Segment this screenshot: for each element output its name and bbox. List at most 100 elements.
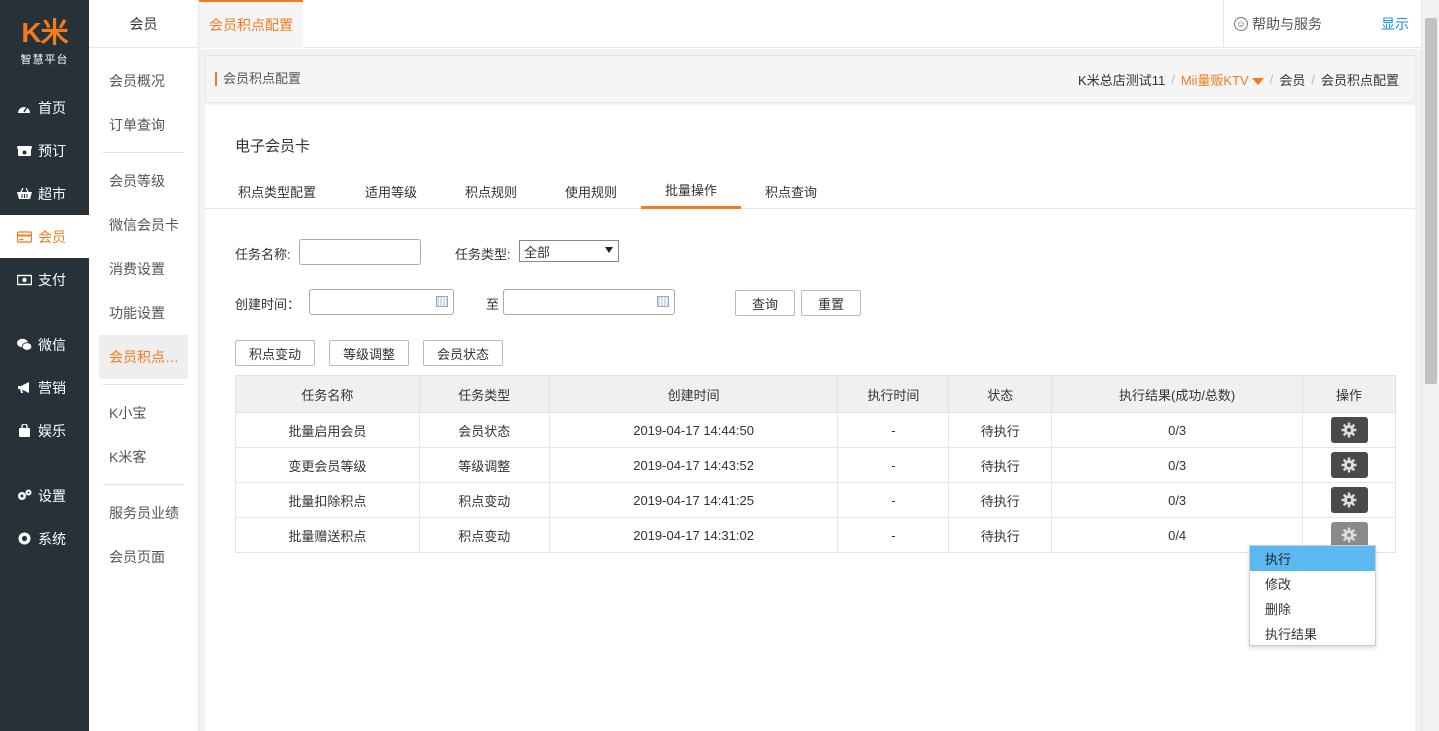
bullhorn-icon: [16, 381, 32, 395]
subnav-item-overview[interactable]: 会员概况: [99, 59, 188, 103]
divider: [103, 152, 184, 153]
sidebar-item-payment[interactable]: 支付: [0, 258, 89, 301]
subnav-item-consumption[interactable]: 消费设置: [99, 247, 188, 291]
tab-points-rules[interactable]: 积点规则: [463, 173, 519, 209]
sidebar-item-label: 微信: [38, 336, 66, 353]
gears-icon: [16, 489, 32, 503]
cell-status: 待执行: [948, 447, 1053, 483]
task-name-input[interactable]: [299, 239, 421, 265]
subnav-item-member-page[interactable]: 会员页面: [99, 535, 188, 579]
sidebar-item-label: 会员: [38, 228, 66, 245]
logo-mark: K米: [21, 17, 68, 48]
menu-item-edit[interactable]: 修改: [1250, 571, 1375, 596]
sidebar-item-marketing[interactable]: 营销: [0, 366, 89, 409]
subnav-item-kxiaobao[interactable]: K小宝: [99, 391, 188, 435]
calendar-icon[interactable]: [657, 296, 669, 307]
menu-item-delete[interactable]: 删除: [1250, 596, 1375, 621]
task-name-label: 任务名称:: [235, 247, 291, 262]
cell-task-name: 批量赠送积点: [235, 517, 420, 553]
breadcrumb-bar: 会员积点配置 K米总店测试11 / Mii量贩KTV / 会员 / 会员积点配置: [205, 55, 1415, 103]
sidebar-item-label: 营销: [38, 379, 66, 396]
column-header: 任务名称: [235, 375, 420, 413]
level-adjust-button[interactable]: 等级调整: [329, 340, 409, 366]
sidebar-item-home[interactable]: 首页: [0, 86, 89, 129]
sidebar-item-member[interactable]: 会员: [0, 215, 89, 258]
breadcrumb-store[interactable]: K米总店测试11: [1078, 70, 1165, 89]
sidebar-item-booking[interactable]: 预订: [0, 129, 89, 172]
tab-points-query[interactable]: 积点查询: [763, 173, 819, 209]
tab-applicable-levels[interactable]: 适用等级: [363, 173, 419, 209]
task-type-select[interactable]: 全部: [519, 240, 619, 262]
created-start-input[interactable]: [309, 289, 454, 315]
created-end-input[interactable]: [503, 289, 675, 315]
subnav-item-features[interactable]: 功能设置: [99, 291, 188, 335]
show-link[interactable]: 显示: [1381, 0, 1409, 48]
tab-usage-rules[interactable]: 使用规则: [563, 173, 619, 209]
cell-exec-time: -: [837, 412, 950, 448]
gear-icon[interactable]: [1330, 487, 1368, 513]
phone-icon: [16, 144, 32, 158]
wechat-icon: [16, 338, 32, 352]
table-row: 批量启用会员 会员状态 2019-04-17 14:44:50 - 待执行 0/…: [235, 412, 1396, 448]
scrollbar[interactable]: [1421, 0, 1439, 731]
subnav-item-kmike[interactable]: K米客: [99, 435, 188, 479]
basket-icon: [16, 187, 32, 201]
cell-exec-time: -: [837, 482, 950, 518]
cell-created-time: 2019-04-17 14:44:50: [548, 412, 839, 448]
column-header: 状态: [948, 375, 1053, 413]
table-header-row: 任务名称 任务类型 创建时间 执行时间 状态 执行结果(成功/总数) 操作: [235, 375, 1396, 413]
menu-item-execute[interactable]: 执行: [1250, 546, 1375, 571]
cell-status: 待执行: [948, 482, 1053, 518]
main-area: 会员积点配置 K米总店测试11 / Mii量贩KTV / 会员 / 会员积点配置…: [199, 49, 1421, 731]
subnav-item-orders[interactable]: 订单查询: [99, 103, 188, 147]
logo[interactable]: K米 智慧平台: [0, 0, 89, 86]
subnav-item-staff-performance[interactable]: 服务员业绩: [99, 491, 188, 535]
sidebar-item-wechat[interactable]: 微信: [0, 323, 89, 366]
subnav-header[interactable]: 会员: [89, 0, 198, 48]
subnav-item-wechat-card[interactable]: 微信会员卡: [99, 203, 188, 247]
task-type-value: 全部: [524, 244, 551, 260]
breadcrumb-shop-selector[interactable]: Mii量贩KTV: [1181, 70, 1264, 89]
money-icon: [16, 273, 32, 287]
points-change-button[interactable]: 积点变动: [235, 340, 315, 366]
cell-task-type: 积点变动: [418, 482, 550, 518]
tab-points-config[interactable]: 会员积点配置: [199, 0, 303, 48]
member-status-button[interactable]: 会员状态: [423, 340, 503, 366]
tab-batch-operations[interactable]: 批量操作: [641, 173, 741, 209]
task-table: 任务名称 任务类型 创建时间 执行时间 状态 执行结果(成功/总数) 操作 批量…: [235, 375, 1396, 553]
table-row: 批量扣除积点 积点变动 2019-04-17 14:41:25 - 待执行 0/…: [235, 482, 1396, 518]
column-header: 执行结果(成功/总数): [1051, 375, 1304, 413]
gear-icon[interactable]: [1330, 417, 1368, 443]
cell-exec-time: -: [837, 517, 950, 553]
reset-button[interactable]: 重置: [801, 290, 861, 316]
breadcrumb-member[interactable]: 会员: [1279, 70, 1305, 89]
cell-result: 0/3: [1051, 447, 1304, 483]
cell-task-name: 批量扣除积点: [235, 482, 420, 518]
tab-points-type[interactable]: 积点类型配置: [235, 173, 319, 209]
cell-task-name: 批量启用会员: [235, 412, 420, 448]
cell-result: 0/3: [1051, 412, 1304, 448]
sidebar-item-label: 首页: [38, 99, 66, 116]
dashboard-icon: [16, 101, 32, 115]
sidebar-item-label: 娱乐: [38, 422, 66, 439]
calendar-icon[interactable]: [436, 296, 448, 307]
breadcrumb: K米总店测试11 / Mii量贩KTV / 会员 / 会员积点配置: [1078, 70, 1399, 89]
cell-exec-time: -: [837, 447, 950, 483]
main-sidebar: K米 智慧平台 首页 预订 超市 会员 支付 微信 营销 娱乐 设置 系统: [0, 0, 89, 731]
sidebar-item-label: 预订: [38, 142, 66, 159]
help-service-link[interactable]: ☺ 帮助与服务: [1223, 0, 1378, 48]
subnav-item-points-config[interactable]: 会员积点…: [99, 335, 188, 379]
query-button[interactable]: 查询: [735, 290, 795, 316]
subnav-item-levels[interactable]: 会员等级: [99, 159, 188, 203]
gear-icon[interactable]: [1330, 452, 1368, 478]
sidebar-item-entertainment[interactable]: 娱乐: [0, 409, 89, 452]
logo-subtitle: 智慧平台: [20, 54, 69, 66]
scrollbar-thumb[interactable]: [1425, 18, 1437, 384]
bag-icon: [16, 424, 32, 438]
menu-item-exec-result[interactable]: 执行结果: [1250, 621, 1375, 646]
created-time-label: 创建时间：: [235, 297, 301, 312]
sidebar-item-settings[interactable]: 设置: [0, 474, 89, 517]
sidebar-item-market[interactable]: 超市: [0, 172, 89, 215]
top-bar: 会员积点配置 ☺ 帮助与服务 显示: [199, 0, 1439, 48]
sidebar-item-system[interactable]: 系统: [0, 517, 89, 560]
